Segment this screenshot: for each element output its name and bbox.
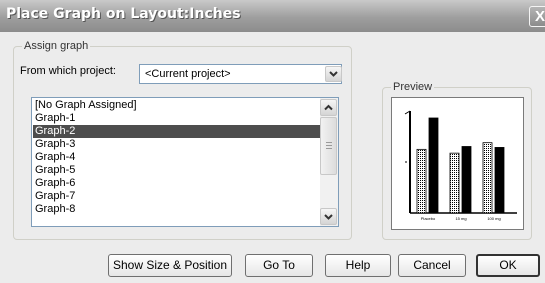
help-button[interactable]: Help — [325, 254, 391, 277]
project-label: From which project: — [20, 65, 116, 77]
go-to-button[interactable]: Go To — [245, 254, 313, 277]
preview-bars — [416, 117, 505, 214]
ok-button[interactable]: OK — [476, 254, 540, 277]
scroll-up-arrow-icon — [324, 104, 333, 111]
preview-category-label: 100 mg — [487, 216, 500, 221]
window-title: Place Graph on Layout:Inches — [6, 6, 241, 22]
preview-bar — [428, 117, 439, 214]
scroll-up-button[interactable] — [320, 99, 337, 116]
list-item[interactable]: Graph-4 — [33, 151, 321, 164]
list-item[interactable]: Graph-6 — [33, 177, 321, 190]
cancel-button[interactable]: Cancel — [398, 254, 466, 277]
place-graph-dialog: Place Graph on Layout:Inches X Assign gr… — [0, 0, 545, 283]
preview-category-labels: Placebo 15 mg 100 mg — [421, 216, 501, 221]
preview-bar — [461, 146, 472, 214]
preview-bar — [482, 142, 493, 214]
preview-thumbnail: Placebo 15 mg 100 mg — [404, 110, 517, 221]
project-select-value: <Current project> — [145, 68, 231, 80]
list-item[interactable]: [No Graph Assigned] — [33, 99, 321, 112]
list-scrollbar[interactable] — [320, 98, 338, 226]
preview-bar — [449, 152, 460, 214]
list-item[interactable]: Graph-7 — [33, 190, 321, 203]
scroll-thumb[interactable] — [320, 117, 337, 175]
list-item[interactable]: Graph-2 — [33, 125, 321, 138]
assign-graph-legend: Assign graph — [24, 40, 89, 52]
preview-category-label: Placebo — [421, 216, 436, 221]
close-button[interactable]: X — [529, 6, 545, 27]
close-icon: X — [534, 8, 545, 25]
title-bar[interactable]: Place Graph on Layout:Inches X — [0, 0, 545, 32]
scroll-down-arrow-icon — [324, 214, 333, 220]
preview-bar — [494, 147, 505, 214]
list-item[interactable]: Graph-3 — [33, 138, 321, 151]
preview-bar — [416, 148, 427, 214]
preview-category-label: 15 mg — [455, 216, 466, 221]
dropdown-button[interactable] — [325, 66, 342, 82]
list-item[interactable]: Graph-5 — [33, 164, 321, 177]
preview-legend: Preview — [393, 81, 433, 93]
scroll-grip — [326, 142, 332, 151]
list-item[interactable]: Graph-1 — [33, 112, 321, 125]
project-select[interactable]: <Current project> — [139, 64, 342, 84]
chevron-down-icon — [329, 71, 338, 77]
list-item[interactable]: Graph-8 — [33, 203, 321, 216]
preview-box: Placebo 15 mg 100 mg — [391, 97, 524, 230]
scroll-down-button[interactable] — [320, 208, 337, 225]
show-size-position-button[interactable]: Show Size & Position — [108, 254, 232, 277]
graph-list[interactable]: [No Graph Assigned] Graph-1 Graph-2 Graph-3… — [31, 97, 339, 227]
